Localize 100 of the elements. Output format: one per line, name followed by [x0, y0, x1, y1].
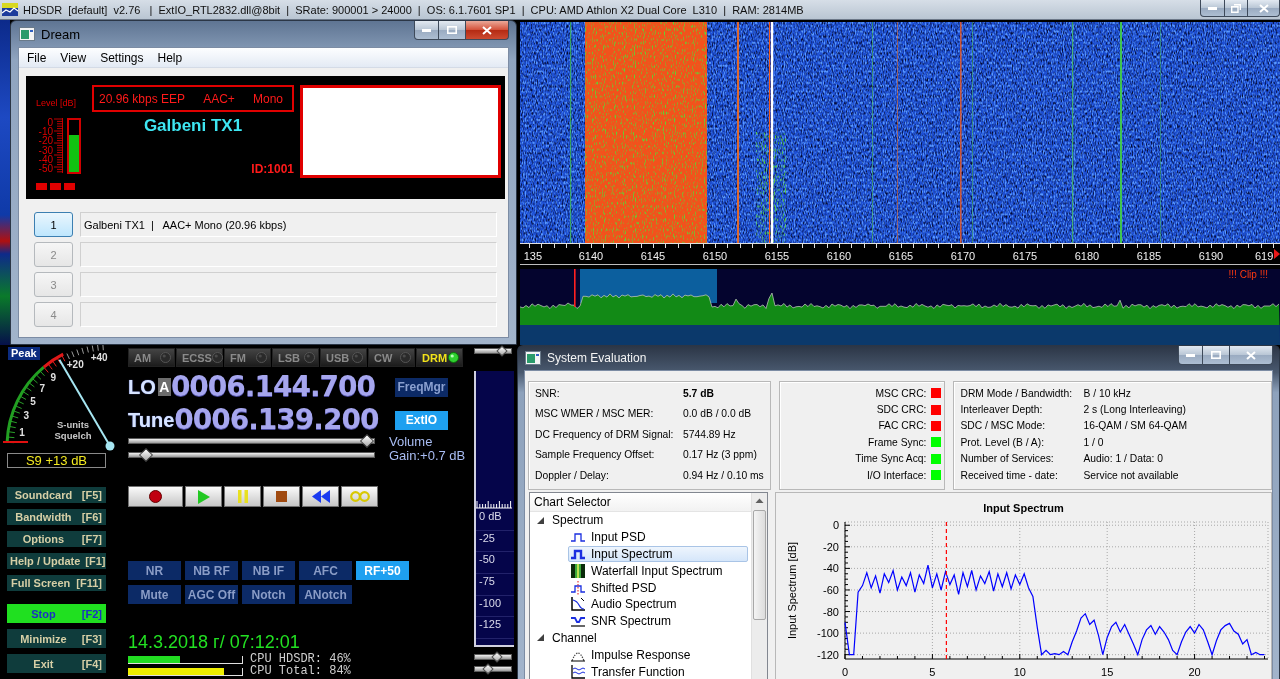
close-button[interactable]: [1230, 346, 1273, 365]
led-icon: [400, 352, 411, 363]
dsp-button[interactable]: Notch: [242, 585, 295, 604]
pulse-icon: [571, 547, 585, 561]
tree-item[interactable]: Audio Spectrum: [568, 596, 748, 613]
mode-button[interactable]: DRM: [416, 348, 463, 367]
axis-tick-label: -80: [823, 605, 839, 618]
field-label: SNR:: [535, 387, 560, 399]
pause-icon: [237, 490, 248, 503]
tree-item[interactable]: Waterfall Input Spectrum: [568, 562, 748, 580]
restore-button[interactable]: [1225, 0, 1248, 17]
dsp-button[interactable]: ANotch: [299, 585, 352, 604]
stream-info: AAC+: [203, 91, 235, 106]
dsp-button[interactable]: NB IF: [242, 561, 295, 580]
dsp-button[interactable]: AGC Off: [185, 585, 238, 604]
field-label: SDC / MSC Mode:: [960, 420, 1046, 432]
tree-item[interactable]: Input Spectrum: [568, 545, 748, 563]
close-icon: [1246, 350, 1256, 360]
field-value: 2 s (Long Interleaving): [1083, 404, 1186, 416]
gauge-scale-label: 3: [23, 410, 30, 422]
tree-group[interactable]: Spectrum: [530, 512, 604, 529]
frequency-label: 6175: [1012, 250, 1038, 262]
meter-slider[interactable]: [474, 348, 512, 354]
dsp-button[interactable]: NB RF: [185, 561, 238, 580]
tree-group[interactable]: Channel: [530, 629, 597, 647]
slider-thumb[interactable]: [481, 663, 494, 675]
pause-button[interactable]: [224, 486, 261, 507]
maximize-button[interactable]: [1203, 346, 1230, 365]
menu-item[interactable]: File: [20, 48, 54, 67]
close-button[interactable]: [466, 21, 509, 40]
mode-button[interactable]: LSB: [272, 348, 319, 367]
minimize-button[interactable]: [1178, 346, 1203, 365]
gauge-scale-label: 9: [50, 371, 57, 383]
function-key[interactable]: Stop [F2]: [7, 604, 106, 623]
led-icon: [304, 352, 315, 363]
close-button[interactable]: [1248, 0, 1280, 17]
record-button[interactable]: [128, 486, 183, 507]
field-value: 0.0 dB / 0.0 dB: [683, 408, 752, 420]
service-button[interactable]: 1: [34, 212, 73, 237]
frequency-label: 6160: [826, 250, 852, 262]
maximize-button[interactable]: [439, 21, 466, 40]
function-key[interactable]: Soundcard [F5]: [7, 487, 106, 503]
meter-scale-label: 0 dB: [476, 509, 514, 531]
meter-slider[interactable]: [474, 654, 512, 660]
tree-item[interactable]: Impulse Response: [568, 646, 748, 664]
function-key[interactable]: Exit [F4]: [7, 654, 106, 673]
field-value: Service not available: [1083, 469, 1179, 481]
field-label: Sample Frequency Offset:: [535, 449, 655, 461]
field-value: 5.7 dB: [683, 387, 714, 399]
axis-tick-label: -60: [823, 583, 839, 596]
slider-thumb[interactable]: [490, 651, 503, 663]
slider-label: Gain:+0.7 dB: [389, 447, 466, 463]
dsp-button[interactable]: Mute: [128, 585, 181, 604]
service-info: Galbeni TX1 | AAC+ Mono (20.96 kbps): [80, 212, 497, 237]
menu-item[interactable]: Settings: [93, 48, 151, 67]
frequency-label: 6165: [888, 250, 914, 262]
function-key[interactable]: Help / Update [F1]: [7, 553, 106, 569]
minimize-button[interactable]: [1200, 0, 1225, 17]
dsp-button[interactable]: NR: [128, 561, 181, 580]
clip-warning: !!! Clip !!!: [1228, 269, 1268, 280]
tree-item[interactable]: Input PSD: [568, 528, 748, 546]
stream-info: Mono: [252, 91, 283, 106]
scale-label: -10: [38, 127, 53, 137]
meter-slider[interactable]: [474, 666, 512, 672]
scale-label: -40: [38, 154, 53, 164]
function-key[interactable]: Minimize [F3]: [7, 629, 106, 648]
mode-button[interactable]: CW: [368, 348, 415, 367]
window-title: System Evaluation: [547, 351, 647, 365]
loop-button[interactable]: [341, 486, 378, 507]
field-label: DC Frequency of DRM Signal:: [535, 428, 674, 440]
tree-item[interactable]: Transfer Function: [568, 663, 748, 679]
tree-item[interactable]: SNR Spectrum: [568, 612, 748, 630]
meter-scale-label: -100: [476, 595, 514, 618]
tree-item[interactable]: Shifted PSD: [568, 579, 748, 596]
field-label: Time Sync Acq:: [855, 453, 927, 465]
freq-manager-button[interactable]: FreqMgr: [395, 377, 448, 397]
function-key[interactable]: Options [F7]: [7, 531, 106, 547]
chart-title: Input Spectrum: [982, 501, 1065, 515]
scrollbar-thumb[interactable]: [753, 510, 766, 620]
mode-button[interactable]: ECSS: [176, 348, 223, 367]
meter-scale-label: -50: [476, 552, 514, 575]
function-key[interactable]: Bandwidth [F6]: [7, 509, 106, 525]
gauge-scale-label: +40: [90, 352, 108, 364]
led-icon: [160, 352, 171, 363]
mode-button[interactable]: FM: [224, 348, 271, 367]
slider-thumb[interactable]: [496, 345, 508, 357]
tune-frequency: 0006.139.200: [174, 407, 379, 433]
dsp-button[interactable]: AFC: [299, 561, 352, 580]
menu-item[interactable]: Help: [150, 48, 190, 67]
play-button[interactable]: [185, 486, 222, 507]
menu-item[interactable]: View: [53, 48, 94, 67]
minimize-button[interactable]: [414, 21, 439, 40]
mode-button[interactable]: USB: [320, 348, 367, 367]
axis-tick-label: -120: [816, 648, 839, 661]
mode-button[interactable]: AM: [128, 348, 175, 367]
field-value: 0.94 Hz / 0.10 ms: [683, 469, 764, 481]
signal-reading: S9 +13 dB: [7, 453, 106, 468]
rewind-button[interactable]: [302, 486, 339, 507]
stop-button[interactable]: [263, 486, 300, 507]
function-key[interactable]: Full Screen [F11]: [7, 575, 106, 591]
